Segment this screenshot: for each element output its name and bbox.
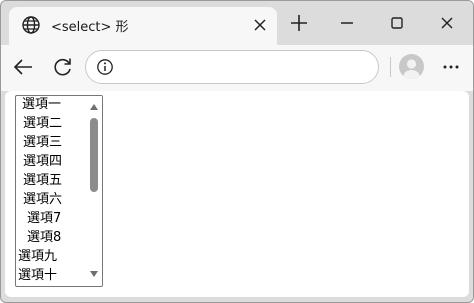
select-option[interactable]: 選項四 xyxy=(23,152,62,171)
browser-window: <select> 形 選項一 選項二 選項三 選項四 選項五 選項六 選項7 選… xyxy=(0,0,474,303)
scroll-down-arrow-icon[interactable] xyxy=(89,270,99,278)
select-option[interactable]: 選項五 xyxy=(23,171,62,190)
tab-strip: <select> 形 xyxy=(1,1,473,45)
select-option[interactable]: 選項7 xyxy=(27,209,61,228)
person-icon xyxy=(403,59,420,79)
select-option[interactable]: 選項六 xyxy=(23,190,62,209)
select-listbox[interactable]: 選項一 選項二 選項三 選項四 選項五 選項六 選項7 選項8 選項九 選項十 xyxy=(15,95,103,287)
address-bar[interactable] xyxy=(85,50,379,84)
listbox-scrollbar[interactable] xyxy=(86,96,102,286)
back-arrow-icon[interactable] xyxy=(11,55,35,79)
toolbar-divider xyxy=(390,57,391,77)
select-option[interactable]: 選項一 xyxy=(22,96,61,114)
close-window-icon[interactable] xyxy=(437,13,457,33)
select-option[interactable]: 選項十 xyxy=(18,266,57,285)
select-option[interactable]: 選項九 xyxy=(18,247,57,266)
maximize-icon[interactable] xyxy=(387,13,407,33)
scroll-up-arrow-icon[interactable] xyxy=(89,103,99,111)
more-dots-icon[interactable] xyxy=(441,57,461,77)
select-option[interactable]: 選項三 xyxy=(23,133,62,152)
refresh-icon[interactable] xyxy=(51,55,75,79)
browser-tab[interactable]: <select> 形 xyxy=(9,7,277,45)
browser-toolbar xyxy=(1,45,473,91)
close-icon[interactable] xyxy=(251,16,269,34)
profile-avatar-icon[interactable] xyxy=(399,54,424,79)
scrollbar-thumb[interactable] xyxy=(90,118,98,192)
tab-title: <select> 形 xyxy=(51,20,129,35)
select-option[interactable]: 選項二 xyxy=(23,114,62,133)
plus-icon[interactable] xyxy=(289,13,309,33)
globe-icon xyxy=(22,16,40,34)
info-icon[interactable] xyxy=(96,58,114,76)
select-option[interactable]: 選項8 xyxy=(27,228,61,247)
minimize-icon[interactable] xyxy=(337,13,357,33)
page-viewport: 選項一 選項二 選項三 選項四 選項五 選項六 選項7 選項8 選項九 選項十 xyxy=(5,91,469,297)
